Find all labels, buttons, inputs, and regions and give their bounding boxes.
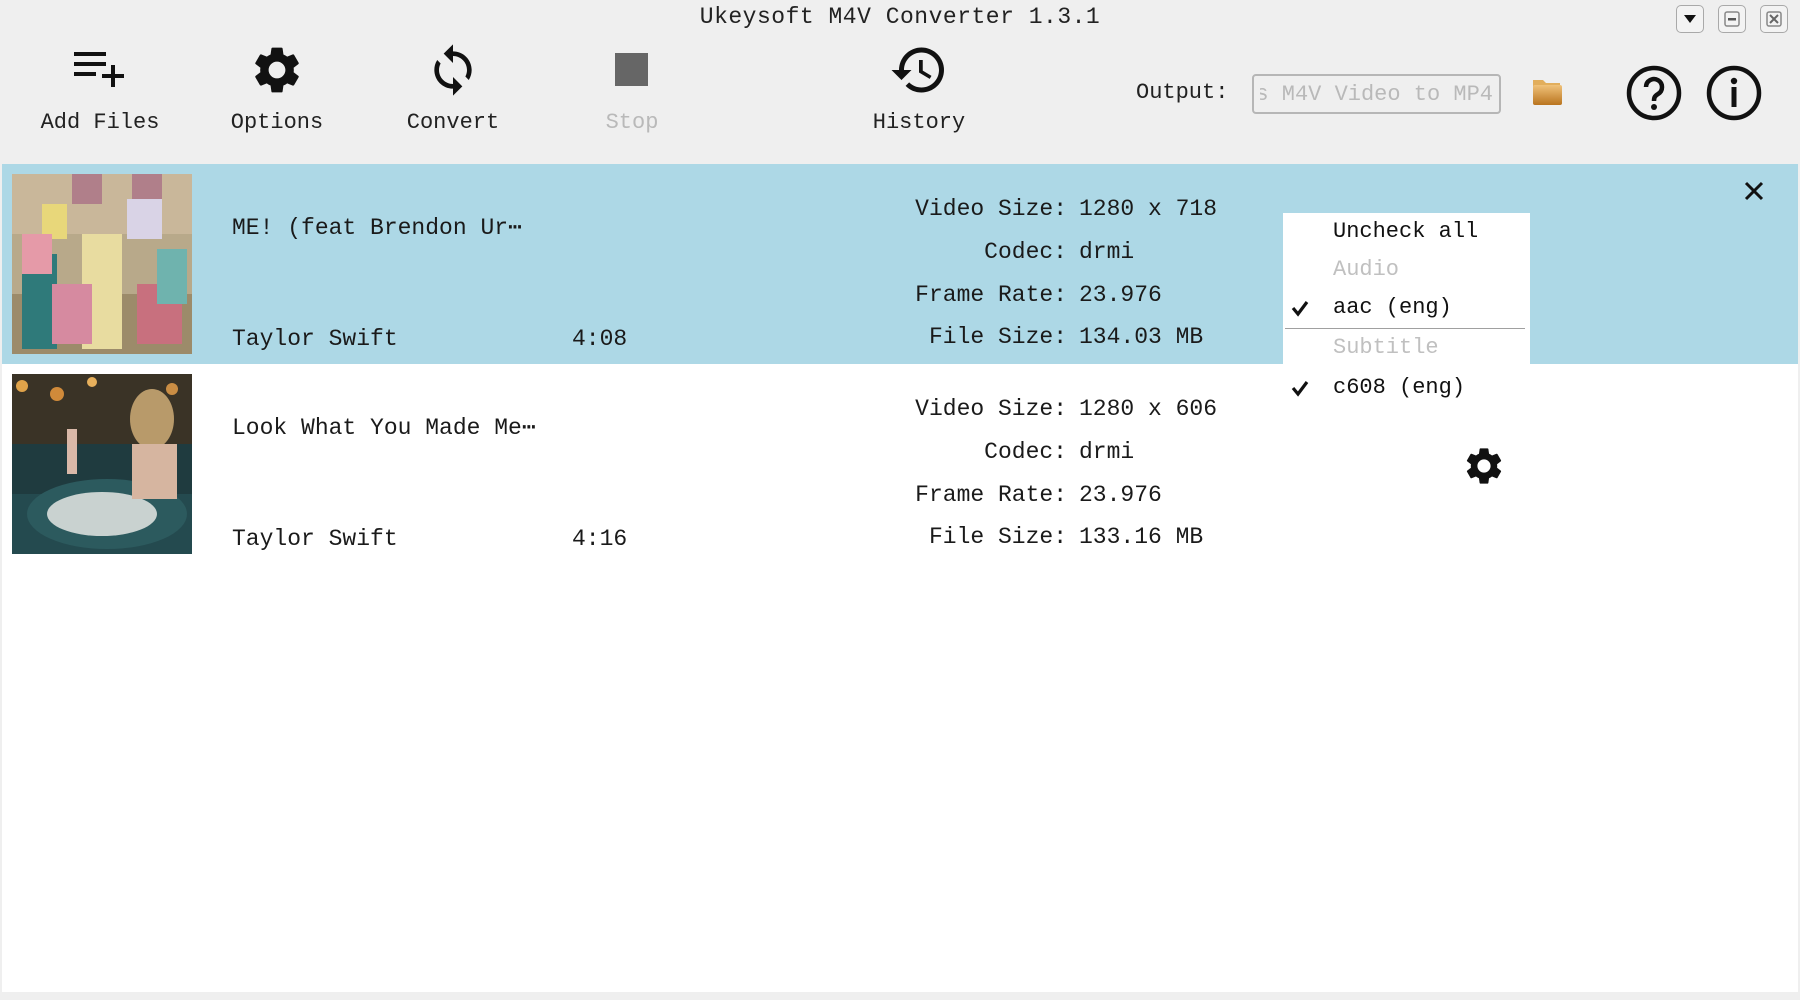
stop-label: Stop	[605, 110, 659, 135]
remove-video-button[interactable]	[1739, 176, 1769, 206]
file-size-line: File Size: 133.16 MB	[862, 524, 1282, 550]
video-size-line: Video Size: 1280 x 606	[862, 396, 1282, 422]
checkmark-icon	[1291, 381, 1309, 397]
video-title: ME! (feat Brendon Ur⋯	[232, 215, 522, 241]
file-size-value: 133.16 MB	[1079, 524, 1204, 550]
codec-line: Codec: drmi	[862, 239, 1282, 265]
subtitle-track-label: c608 (eng)	[1333, 375, 1466, 400]
audio-header: Audio	[1333, 257, 1400, 282]
video-artist: Taylor Swift	[232, 326, 398, 352]
video-duration: 4:16	[572, 526, 628, 552]
gear-icon	[1466, 448, 1502, 484]
info-icon	[1706, 65, 1762, 121]
convert-button[interactable]: Convert	[383, 40, 523, 150]
folder-button[interactable]	[1530, 74, 1566, 110]
video-duration: 4:08	[572, 326, 628, 352]
help-button[interactable]	[1625, 64, 1683, 122]
minimize-icon	[1724, 11, 1740, 27]
checkmark-icon	[1291, 301, 1309, 317]
frame-rate-label: Frame Rate:	[915, 282, 1067, 308]
file-size-value: 134.03 MB	[1079, 324, 1204, 350]
close-icon	[1744, 181, 1764, 201]
history-label: History	[872, 110, 966, 135]
uncheck-all-item[interactable]: Uncheck all	[1333, 219, 1478, 244]
gear-icon	[247, 40, 307, 100]
history-icon	[889, 40, 949, 100]
codec-label: Codec:	[984, 439, 1067, 465]
window-title: Ukeysoft M4V Converter 1.3.1	[699, 4, 1101, 30]
status-bar	[0, 992, 1800, 1000]
stop-button[interactable]: Stop	[562, 40, 702, 150]
info-button[interactable]	[1705, 64, 1763, 122]
close-icon	[1766, 11, 1782, 27]
frame-rate-value: 23.976	[1079, 282, 1162, 308]
convert-label: Convert	[406, 110, 500, 135]
output-format-field[interactable]	[1252, 74, 1501, 114]
video-size-label: Video Size:	[915, 196, 1067, 222]
track-menu: Uncheck all Audio aac (eng) Subtitle c60…	[1283, 213, 1530, 413]
help-icon	[1626, 65, 1682, 121]
add-list-icon	[70, 40, 130, 100]
codec-line: Codec: drmi	[862, 439, 1282, 465]
frame-rate-label: Frame Rate:	[915, 482, 1067, 508]
audio-track-label: aac (eng)	[1333, 295, 1452, 320]
frame-rate-line: Frame Rate: 23.976	[862, 282, 1282, 308]
video-thumbnail	[12, 374, 192, 554]
close-window-button[interactable]	[1760, 5, 1788, 33]
video-thumbnail	[12, 174, 192, 354]
file-size-line: File Size: 134.03 MB	[862, 324, 1282, 350]
caret-down-icon	[1684, 15, 1696, 23]
file-size-label: File Size:	[928, 524, 1067, 550]
window-dropdown-button[interactable]	[1676, 5, 1704, 33]
refresh-icon	[423, 40, 483, 100]
track-settings-button[interactable]	[1462, 444, 1506, 488]
frame-rate-line: Frame Rate: 23.976	[862, 482, 1282, 508]
options-label: Options	[230, 110, 324, 135]
history-button[interactable]: History	[849, 40, 989, 150]
stop-icon	[602, 40, 662, 100]
menu-separator	[1285, 328, 1525, 329]
video-size-label: Video Size:	[915, 396, 1067, 422]
codec-value: drmi	[1079, 439, 1135, 465]
folder-icon	[1533, 80, 1562, 105]
video-artist: Taylor Swift	[232, 526, 398, 552]
video-size-value: 1280 x 606	[1079, 396, 1218, 422]
codec-value: drmi	[1079, 239, 1135, 265]
add-files-button[interactable]: Add Files	[30, 40, 170, 150]
options-button[interactable]: Options	[207, 40, 347, 150]
output-label: Output:	[1136, 80, 1229, 105]
minimize-button[interactable]	[1718, 5, 1746, 33]
codec-label: Codec:	[984, 239, 1067, 265]
file-size-label: File Size:	[928, 324, 1067, 350]
add-files-label: Add Files	[40, 110, 160, 135]
video-title: Look What You Made Me⋯	[232, 415, 536, 441]
subtitle-header: Subtitle	[1333, 335, 1439, 360]
frame-rate-value: 23.976	[1079, 482, 1162, 508]
video-size-line: Video Size: 1280 x 718	[862, 196, 1282, 222]
video-size-value: 1280 x 718	[1079, 196, 1218, 222]
